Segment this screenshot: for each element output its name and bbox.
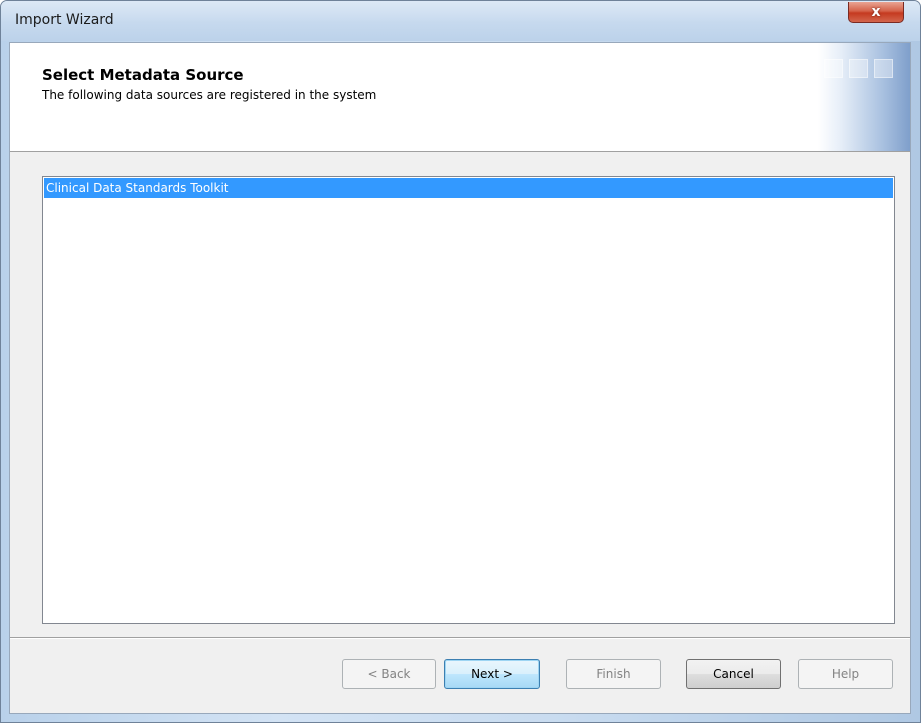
header-banner-graphic [818,43,910,151]
title-bar[interactable]: Import Wizard x [1,1,920,41]
banner-square-decoration [874,59,893,78]
window-title: Import Wizard [15,12,114,28]
button-area-divider [10,637,910,639]
import-wizard-window: Import Wizard x Select Metadata Source T… [0,0,921,723]
cancel-button[interactable]: Cancel [686,659,781,689]
page-title: Select Metadata Source [42,66,244,84]
data-source-list[interactable]: Clinical Data Standards Toolkit [42,176,895,624]
wizard-header: Select Metadata Source The following dat… [10,43,910,152]
back-button[interactable]: < Back [342,659,436,689]
banner-square-decoration [824,59,843,78]
help-button[interactable]: Help [798,659,893,689]
wizard-client-area: Select Metadata Source The following dat… [9,42,911,714]
finish-button[interactable]: Finish [566,659,661,689]
close-icon: x [871,4,881,20]
close-button[interactable]: x [848,2,904,23]
next-button[interactable]: Next > [444,659,540,689]
banner-square-decoration [849,59,868,78]
list-item[interactable]: Clinical Data Standards Toolkit [44,178,893,198]
page-subtitle: The following data sources are registere… [42,88,377,102]
